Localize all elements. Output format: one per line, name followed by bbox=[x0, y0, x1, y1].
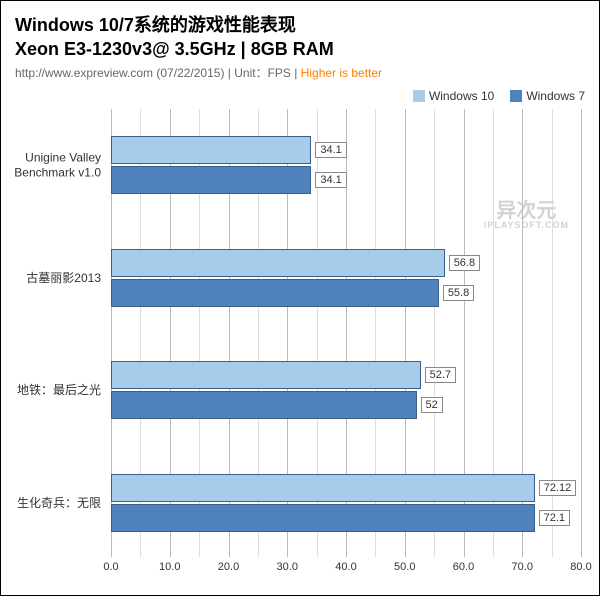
bar-value-label: 56.8 bbox=[449, 255, 480, 271]
bar-windows7 bbox=[111, 391, 417, 419]
legend-item-w7: Windows 7 bbox=[510, 89, 585, 103]
grid-line bbox=[581, 109, 582, 557]
x-axis-labels: 0.010.020.030.040.050.060.070.080.0 bbox=[111, 561, 579, 577]
x-tick-label: 60.0 bbox=[453, 561, 474, 573]
bar-value-label: 72.1 bbox=[539, 510, 570, 526]
x-tick-label: 0.0 bbox=[103, 561, 118, 573]
legend-label-w7: Windows 7 bbox=[526, 89, 585, 103]
subtitle-highlight: Higher is better bbox=[301, 66, 382, 80]
bar-windows7 bbox=[111, 504, 535, 532]
bar-value-label: 55.8 bbox=[443, 285, 474, 301]
bar-windows10 bbox=[111, 249, 445, 277]
bar-windows7 bbox=[111, 166, 311, 194]
legend-swatch-w10 bbox=[413, 90, 425, 102]
chart-subtitle: http://www.expreview.com (07/22/2015) | … bbox=[15, 64, 585, 81]
chart-legend: Windows 10 Windows 7 bbox=[15, 89, 585, 103]
bar-windows10 bbox=[111, 474, 535, 502]
bar-value-label: 52 bbox=[421, 397, 443, 413]
plot-area: 34.1 34.1 56.8 55.8 52.7 52 72.12 72.1 bbox=[111, 109, 579, 557]
x-tick-label: 50.0 bbox=[394, 561, 415, 573]
bar-value-label: 72.12 bbox=[539, 480, 577, 496]
x-tick-label: 10.0 bbox=[159, 561, 180, 573]
x-tick-label: 70.0 bbox=[512, 561, 533, 573]
bar-windows7 bbox=[111, 279, 439, 307]
x-tick-label: 20.0 bbox=[218, 561, 239, 573]
chart-title-line2: Xeon E3-1230v3@ 3.5GHz | 8GB RAM bbox=[15, 39, 585, 60]
category-label: Unigine ValleyBenchmark v1.0 bbox=[14, 151, 101, 180]
x-tick-label: 30.0 bbox=[277, 561, 298, 573]
legend-swatch-w7 bbox=[510, 90, 522, 102]
legend-label-w10: Windows 10 bbox=[429, 89, 494, 103]
subtitle-text: http://www.expreview.com (07/22/2015) | … bbox=[15, 66, 301, 80]
bar-windows10 bbox=[111, 136, 311, 164]
chart-title-line1: Windows 10/7系统的游戏性能表现 bbox=[15, 11, 585, 37]
bar-value-label: 34.1 bbox=[315, 172, 346, 188]
bar-windows10 bbox=[111, 361, 421, 389]
y-axis-labels: Unigine ValleyBenchmark v1.0 古墓丽影2013 地铁：最… bbox=[1, 109, 107, 557]
bar-value-label: 52.7 bbox=[425, 367, 456, 383]
bar-value-label: 34.1 bbox=[315, 142, 346, 158]
x-tick-label: 40.0 bbox=[335, 561, 356, 573]
category-label: 生化奇兵：无限 bbox=[17, 496, 101, 510]
chart-container: Windows 10/7系统的游戏性能表现 Xeon E3-1230v3@ 3.… bbox=[0, 0, 600, 596]
category-label: 地铁：最后之光 bbox=[17, 383, 101, 397]
legend-item-w10: Windows 10 bbox=[413, 89, 494, 103]
category-label: 古墓丽影2013 bbox=[26, 271, 101, 285]
x-tick-label: 80.0 bbox=[570, 561, 591, 573]
